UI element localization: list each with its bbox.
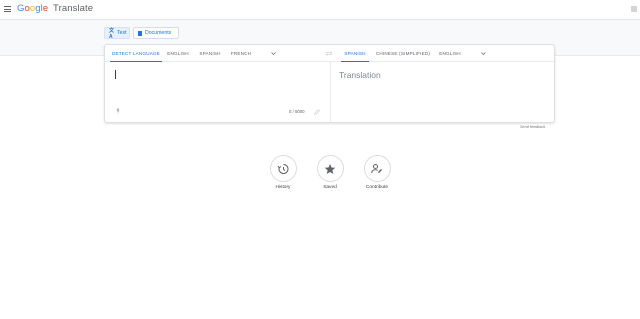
- saved-button[interactable]: Saved: [310, 155, 350, 190]
- source-tab-english[interactable]: ENGLISH: [165, 45, 191, 62]
- swap-icon[interactable]: [325, 51, 333, 56]
- star-icon: [324, 163, 336, 174]
- text-mode-button[interactable]: 文A Text: [104, 27, 130, 40]
- panel-divider: [330, 62, 331, 123]
- saved-circle[interactable]: [316, 155, 344, 182]
- documents-mode-label: Documents: [145, 30, 172, 36]
- language-bar: DETECT LANGUAGE ENGLISH SPANISH FRENCH S…: [105, 45, 556, 62]
- contribute-label: Contribute: [365, 185, 389, 190]
- documents-mode-button[interactable]: Documents: [133, 27, 179, 39]
- app-logo[interactable]: Google Translate: [17, 3, 93, 14]
- menu-icon[interactable]: [4, 6, 11, 12]
- translate-text-icon: 文A: [109, 27, 115, 40]
- document-icon: [138, 30, 142, 36]
- text-mode-label: Text: [117, 30, 127, 36]
- chevron-down-icon[interactable]: [271, 51, 276, 56]
- contribute-circle[interactable]: [363, 155, 391, 182]
- source-tab-french[interactable]: FRENCH: [229, 45, 253, 62]
- character-count: 0 / 5000: [289, 109, 305, 114]
- history-button[interactable]: History: [263, 155, 303, 190]
- logo-letter: G: [17, 3, 25, 14]
- history-icon: [277, 163, 289, 174]
- history-circle[interactable]: [269, 155, 297, 182]
- translation-card: DETECT LANGUAGE ENGLISH SPANISH FRENCH S…: [104, 44, 556, 123]
- product-name: Translate: [53, 3, 94, 14]
- top-app-bar: Google Translate: [0, 0, 640, 20]
- source-tab-spanish[interactable]: SPANISH: [197, 45, 223, 62]
- send-feedback-link[interactable]: Send feedback: [520, 125, 545, 129]
- pencil-icon[interactable]: [314, 109, 320, 115]
- history-label: History: [275, 185, 291, 190]
- apps-icon[interactable]: [631, 6, 637, 12]
- text-cursor: [115, 70, 116, 79]
- target-tab-chinese-simplified[interactable]: CHINESE (SIMPLIFIED): [375, 45, 431, 62]
- translation-output: Translation: [339, 70, 381, 80]
- chevron-down-icon[interactable]: [481, 51, 486, 56]
- target-tab-english[interactable]: ENGLISH: [438, 45, 462, 62]
- contribute-icon: [371, 163, 382, 173]
- target-tab-spanish[interactable]: SPANISH: [341, 45, 369, 62]
- source-tab-detect-language[interactable]: DETECT LANGUAGE: [110, 45, 162, 62]
- saved-label: Saved: [323, 185, 337, 190]
- mic-icon[interactable]: [116, 108, 120, 114]
- logo-letter: e: [42, 3, 49, 14]
- contribute-button[interactable]: Contribute: [357, 155, 397, 190]
